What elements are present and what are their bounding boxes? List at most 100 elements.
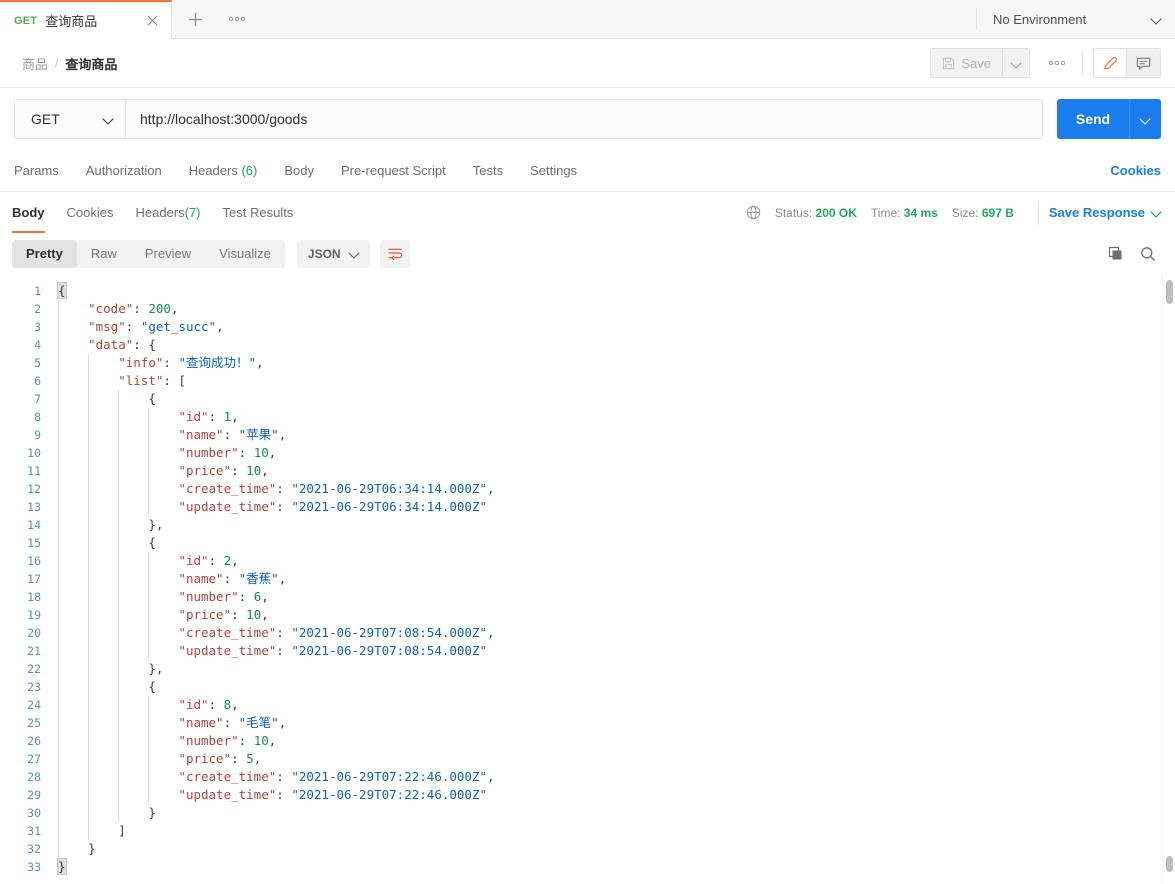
line-number: 6 [34, 374, 41, 388]
code-token: : [231, 463, 247, 478]
environment-selector[interactable]: No Environment [977, 0, 1175, 38]
code-token: } [57, 858, 67, 875]
chevron-down-icon [350, 249, 359, 258]
response-view-visualize[interactable]: Visualize [205, 240, 285, 268]
response-view-raw[interactable]: Raw [77, 240, 131, 268]
comments-button[interactable] [1127, 48, 1161, 78]
line-number: 11 [27, 464, 41, 478]
code-token: , [231, 409, 239, 424]
request-tab-pre-request-script[interactable]: Pre-request Script [341, 163, 446, 178]
code-token: "name" [178, 427, 224, 442]
code-token: : [133, 301, 149, 316]
send-button[interactable]: Send [1057, 99, 1129, 139]
save-options-button[interactable] [1002, 48, 1030, 78]
save-button[interactable]: Save [930, 48, 1002, 78]
json-viewer[interactable]: 1{2 "code": 200, 3 "msg": "get_succ", 4 "d… [0, 274, 1162, 884]
code-token: 10 [246, 607, 262, 622]
request-tab[interactable]: GET 查询商品 [0, 0, 172, 39]
close-icon[interactable] [143, 12, 161, 30]
code-token: "update_time" [178, 643, 277, 658]
code-line: 8 "id": 1, [0, 408, 1162, 426]
line-number: 26 [27, 734, 41, 748]
tab-options-button[interactable] [218, 0, 256, 38]
new-tab-button[interactable] [172, 0, 218, 38]
code-line: 3 "msg": "get_succ", [0, 318, 1162, 336]
word-wrap-button[interactable] [379, 239, 410, 268]
copy-icon[interactable] [1103, 241, 1129, 267]
scrollbar-end-mark [1166, 856, 1173, 872]
scrollbar-thumb[interactable] [1166, 280, 1173, 304]
save-response-button[interactable]: Save Response [1049, 205, 1161, 220]
code-token: , [487, 769, 495, 784]
code-token: "id" [178, 553, 209, 568]
code-line-text: "price": 5, [52, 750, 261, 768]
code-line: 5 "info": "查询成功！", [0, 354, 1162, 372]
url-input[interactable]: http://localhost:3000/goods [126, 99, 1043, 139]
code-token: : [276, 787, 292, 802]
code-line: 12 "create_time": "2021-06-29T06:34:14.0… [0, 480, 1162, 498]
code-token: "2021-06-29T07:22:46.000Z" [291, 769, 487, 784]
response-tab-cookies[interactable]: Cookies [67, 192, 114, 233]
code-line: 26 "number": 10, [0, 732, 1162, 750]
code-line-text: } [52, 840, 96, 858]
method-selector[interactable]: GET [14, 99, 126, 139]
code-token: , [256, 355, 264, 370]
response-format-selector[interactable]: JSON [296, 239, 370, 268]
line-number: 30 [27, 806, 41, 820]
request-more-options-button[interactable] [1042, 48, 1072, 78]
code-token: : [208, 553, 224, 568]
code-token: "name" [178, 571, 224, 586]
code-line-text: "id": 1, [52, 408, 239, 426]
response-view-preview[interactable]: Preview [131, 240, 205, 268]
response-view-bar: Pretty Raw Preview Visualize JSON [0, 233, 1175, 274]
line-number: 31 [27, 824, 41, 838]
code-token: 5 [246, 751, 254, 766]
response-tab-test-results[interactable]: Test Results [223, 192, 294, 233]
code-token: : [276, 625, 292, 640]
response-view-pretty[interactable]: Pretty [12, 239, 77, 268]
line-number: 20 [27, 626, 41, 640]
cookies-link[interactable]: Cookies [1110, 163, 1161, 178]
code-token: 1 [223, 409, 232, 424]
line-number: 19 [27, 608, 41, 622]
breadcrumb-parent[interactable]: 商品 [22, 54, 48, 73]
request-tab-settings[interactable]: Settings [530, 163, 577, 178]
send-group: Send [1057, 99, 1161, 139]
response-tab-headers[interactable]: Headers (7) [135, 192, 200, 233]
code-token: : [ [163, 373, 186, 388]
code-token: 10 [246, 463, 262, 478]
code-line-text: "name": "香蕉", [52, 570, 286, 588]
code-line-text: { [52, 282, 67, 300]
request-tab-label: Headers [188, 163, 238, 178]
code-token: : { [133, 337, 156, 352]
code-line-text: }, [52, 660, 163, 678]
request-tab-body[interactable]: Body [284, 163, 314, 178]
response-tab-body[interactable]: Body [12, 192, 45, 233]
request-tab-headers[interactable]: Headers (6) [189, 163, 258, 178]
code-token: "list" [118, 373, 164, 388]
code-line: 22 }, [0, 660, 1162, 678]
vertical-scrollbar[interactable] [1162, 274, 1175, 884]
code-token: : [276, 481, 292, 496]
code-token: : [223, 571, 239, 586]
code-line: 18 "number": 6, [0, 588, 1162, 606]
search-icon[interactable] [1135, 241, 1161, 267]
code-token: : [276, 499, 292, 514]
code-token: , [278, 715, 287, 730]
code-line-text: "create_time": "2021-06-29T07:22:46.000Z… [52, 768, 495, 786]
edit-button[interactable] [1093, 48, 1127, 78]
send-options-button[interactable] [1129, 99, 1161, 139]
line-number: 15 [27, 536, 41, 550]
code-line-text: "create_time": "2021-06-29T07:08:54.000Z… [52, 624, 494, 642]
request-tab-params[interactable]: Params [14, 163, 59, 178]
request-tab-authorization[interactable]: Authorization [86, 163, 162, 178]
response-tab-count: (7) [184, 205, 201, 220]
line-number: 22 [27, 662, 41, 676]
code-token: "id" [178, 697, 209, 712]
code-token: , [231, 553, 239, 568]
request-tab-tests[interactable]: Tests [473, 163, 503, 178]
code-line: 21 "update_time": "2021-06-29T07:08:54.0… [0, 642, 1162, 660]
code-line: 1{ [0, 282, 1162, 300]
code-line: 28 "create_time": "2021-06-29T07:22:46.0… [0, 768, 1162, 786]
code-line: 14 }, [0, 516, 1162, 534]
